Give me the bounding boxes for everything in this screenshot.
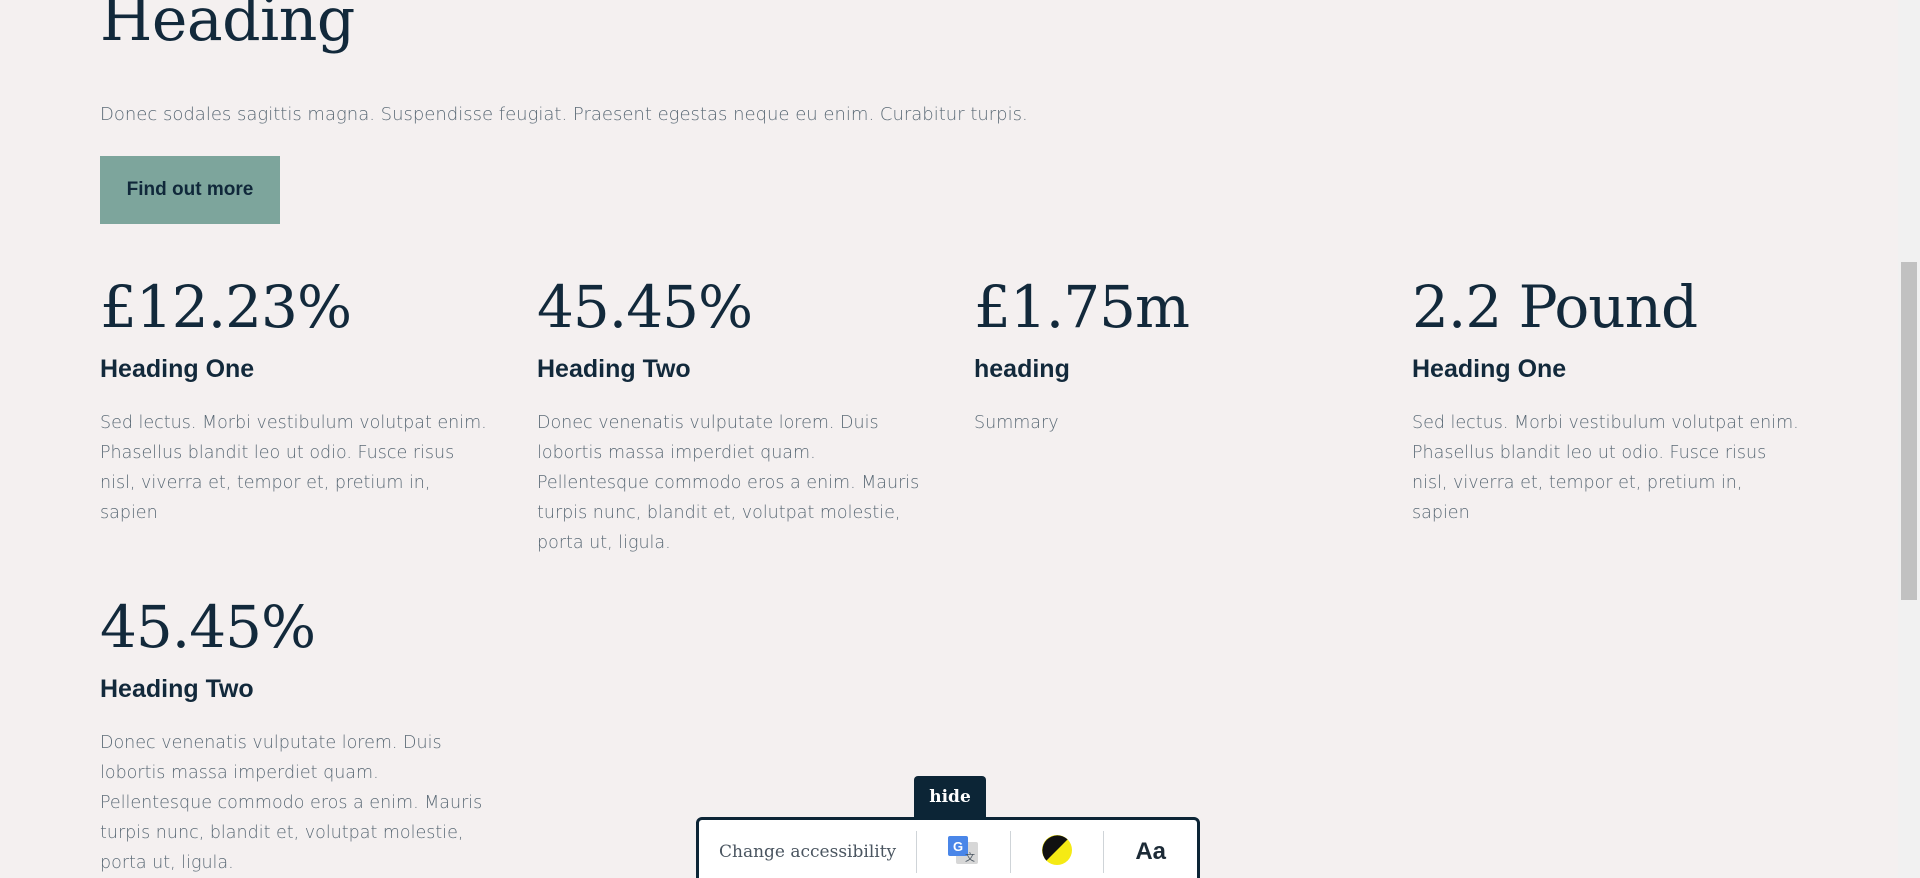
stat-title: Heading Two xyxy=(100,675,254,703)
change-accessibility-label[interactable]: Change accessibility xyxy=(699,831,918,873)
translate-button[interactable]: G 文 xyxy=(917,831,1011,873)
stat-card: 45.45% Heading Two Donec venenatis vulpu… xyxy=(100,592,490,878)
text-size-icon: Aa xyxy=(1135,838,1167,865)
stat-value: 2.2 Pound xyxy=(1412,273,1698,341)
accessibility-toolbar: Change accessibility G 文 Aa xyxy=(696,817,1200,878)
stat-card: 2.2 Pound Heading One Sed lectus. Morbi … xyxy=(1412,272,1802,528)
accessibility-hide-button[interactable]: hide xyxy=(914,776,986,818)
section-intro-text: Donec sodales sagittis magna. Suspendiss… xyxy=(100,104,1028,125)
svg-text:文: 文 xyxy=(965,851,975,864)
find-out-more-button[interactable]: Find out more xyxy=(100,156,280,224)
stat-description: Summary xyxy=(974,413,1059,433)
section-heading: Heading xyxy=(100,0,355,55)
stat-value: £12.23% xyxy=(100,273,352,341)
stat-title: Heading One xyxy=(1412,355,1567,383)
contrast-icon xyxy=(1040,833,1074,872)
svg-text:G: G xyxy=(953,839,963,854)
stat-card: £1.75m heading Summary xyxy=(974,272,1364,438)
stat-description: Sed lectus. Morbi vestibulum volutpat en… xyxy=(100,413,487,523)
contrast-button[interactable] xyxy=(1011,831,1105,873)
stat-description: Sed lectus. Morbi vestibulum volutpat en… xyxy=(1412,413,1799,523)
page-scrollbar[interactable] xyxy=(1898,0,1920,878)
stat-value: 45.45% xyxy=(537,273,753,341)
scrollbar-thumb[interactable] xyxy=(1901,262,1917,600)
stat-description: Donec venenatis vulputate lorem. Duis lo… xyxy=(100,733,483,873)
stat-title: heading xyxy=(974,355,1070,383)
google-translate-icon: G 文 xyxy=(945,833,981,872)
stat-description: Donec venenatis vulputate lorem. Duis lo… xyxy=(537,413,920,553)
stat-card: 45.45% Heading Two Donec venenatis vulpu… xyxy=(537,272,927,558)
text-size-button[interactable]: Aa xyxy=(1104,831,1197,873)
stat-title: Heading One xyxy=(100,355,255,383)
stat-card: £12.23% Heading One Sed lectus. Morbi ve… xyxy=(100,272,490,528)
stat-value: 45.45% xyxy=(100,593,316,661)
stat-title: Heading Two xyxy=(537,355,691,383)
stat-value: £1.75m xyxy=(974,273,1190,341)
page-content: Heading Donec sodales sagittis magna. Su… xyxy=(0,0,1898,878)
